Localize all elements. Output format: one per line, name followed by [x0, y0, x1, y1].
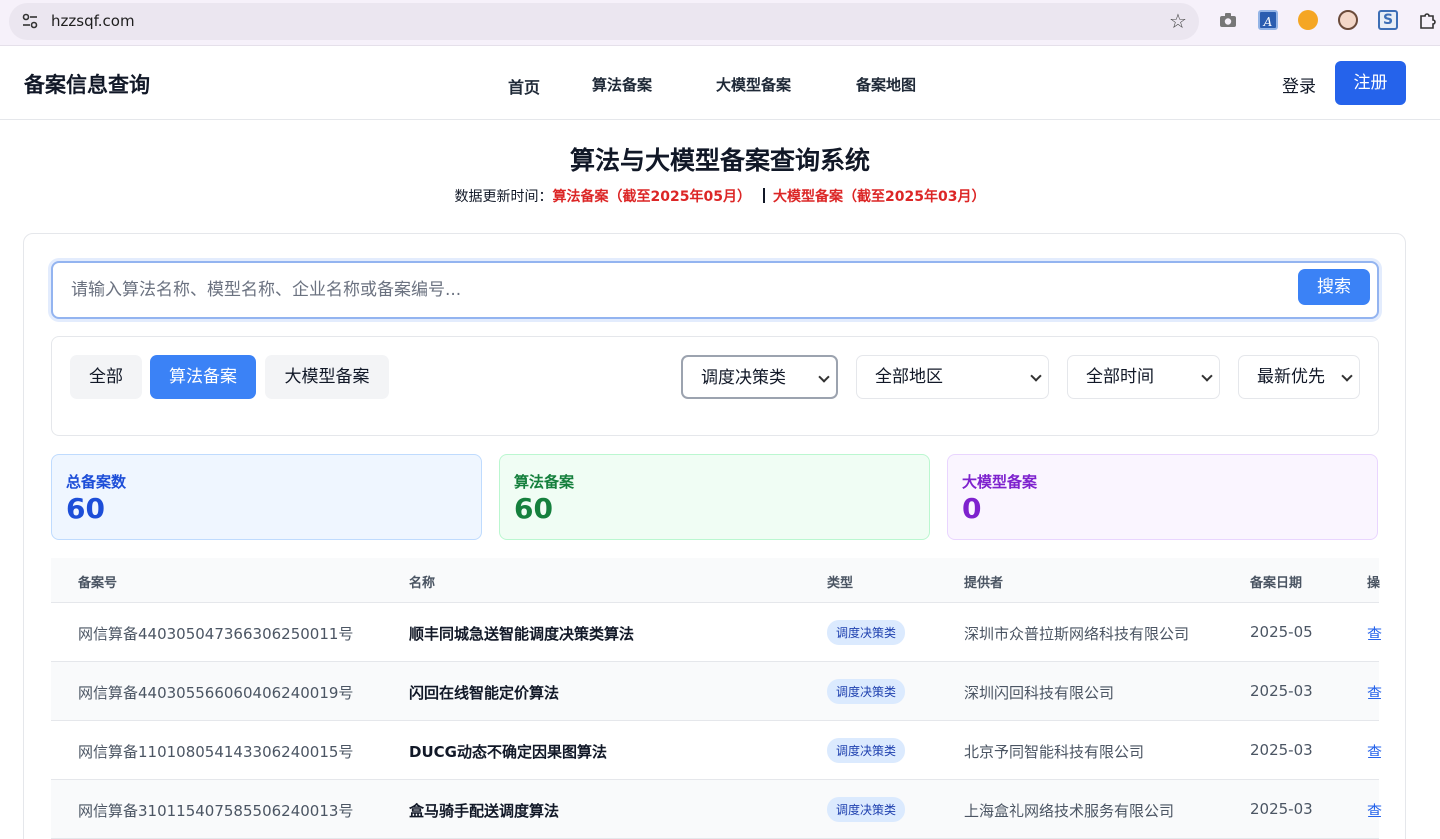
nav-filing-map[interactable]: 备案地图 [856, 74, 916, 95]
stat-algorithm-card: 算法备案 60 [499, 454, 930, 540]
provider: 深圳闪回科技有限公司 [964, 684, 1115, 702]
stat-total-label: 总备案数 [66, 473, 127, 491]
stat-algorithm-label: 算法备案 [514, 473, 575, 491]
header-action: 操 [1367, 576, 1381, 591]
provider: 深圳市众普拉斯网络科技有限公司 [964, 625, 1190, 643]
type-select-value: 调度决策类 [701, 368, 786, 388]
chevron-down-icon [818, 371, 830, 383]
data-update-line: 数据更新时间：算法备案（截至2025年05月） 大模型备案（截至2025年03月） [0, 186, 1440, 206]
view-link[interactable]: 查 [1367, 623, 1382, 644]
register-button[interactable]: 注册 [1335, 61, 1406, 105]
header-filing-no: 备案号 [78, 576, 118, 591]
time-select[interactable]: 全部时间 [1067, 355, 1220, 399]
time-select-value: 全部时间 [1086, 367, 1154, 387]
update-prefix: 数据更新时间： [454, 189, 553, 205]
nav-llm-filing[interactable]: 大模型备案 [716, 74, 791, 95]
search-input[interactable] [71, 277, 1271, 303]
translate-extension-label: A [1263, 15, 1273, 29]
header-type: 类型 [827, 576, 854, 591]
table-row[interactable]: 网信算备440305566060406240019号 闪回在线智能定价算法 调度… [51, 662, 1382, 721]
llm-update-time: 大模型备案（截至2025年03月） [773, 189, 986, 205]
page-title: 算法与大模型备案查询系统 [569, 146, 870, 175]
provider: 北京予同智能科技有限公司 [964, 743, 1145, 761]
filing-date: 2025-03 [1250, 741, 1313, 759]
chevron-down-icon [1030, 370, 1042, 382]
header-name: 名称 [409, 576, 436, 591]
clock-extension-icon[interactable] [1298, 10, 1318, 30]
algo-update-time: 算法备案（截至2025年05月） [552, 189, 751, 205]
nav-home[interactable]: 首页 [508, 74, 540, 98]
type-badge: 调度决策类 [827, 620, 906, 645]
view-link[interactable]: 查 [1367, 741, 1382, 762]
site-brand[interactable]: 备案信息查询 [24, 69, 150, 99]
stat-total-value: 60 [66, 492, 105, 525]
type-badge: 调度决策类 [827, 797, 906, 822]
sort-select[interactable]: 最新优先 [1238, 355, 1360, 399]
filing-name: 盒马骑手配送调度算法 [409, 802, 560, 820]
stat-algorithm-value: 60 [514, 492, 553, 525]
provider: 上海盒礼网络技术服务有限公司 [964, 802, 1175, 820]
filing-number: 网信算备310115407585506240013号 [78, 802, 354, 820]
table-row[interactable]: 网信算备110108054143306240015号 DUCG动态不确定因果图算… [51, 721, 1382, 780]
table-row[interactable]: 网信算备440305047366306250011号 顺丰同城急送智能调度决策类… [51, 603, 1382, 662]
type-badge: 调度决策类 [827, 738, 906, 763]
filter-chip-algorithm[interactable]: 算法备案 [150, 355, 256, 399]
nav-algorithm-filing[interactable]: 算法备案 [592, 74, 652, 95]
browser-toolbar: hzzsqf.com ☆ A S [0, 0, 1440, 46]
filter-chip-all[interactable]: 全部 [70, 355, 142, 399]
filing-date: 2025-03 [1250, 682, 1313, 700]
search-box: 搜索 [51, 261, 1379, 319]
filing-number: 网信算备110108054143306240015号 [78, 743, 354, 761]
stat-llm-card: 大模型备案 0 [947, 454, 1378, 540]
filing-date: 2025-05 [1250, 623, 1313, 641]
search-button[interactable]: 搜索 [1298, 269, 1370, 305]
translate-extension-icon[interactable]: A [1258, 10, 1278, 30]
url-text: hzzsqf.com [51, 12, 135, 30]
stat-llm-value: 0 [962, 492, 982, 525]
filter-panel: 全部 算法备案 大模型备案 调度决策类 全部地区 全部时间 最新优先 [51, 336, 1379, 436]
view-link[interactable]: 查 [1367, 800, 1382, 821]
table-row[interactable]: 网信算备310115407585506240013号 盒马骑手配送调度算法 调度… [51, 780, 1382, 839]
update-divider [763, 188, 765, 203]
sort-select-value: 最新优先 [1257, 367, 1325, 387]
bookmark-star-icon[interactable]: ☆ [1169, 9, 1187, 33]
login-link[interactable]: 登录 [1282, 72, 1316, 97]
site-header: 备案信息查询 首页 算法备案 大模型备案 备案地图 登录 注册 [0, 47, 1440, 120]
table-header: 备案号 名称 类型 提供者 备案日期 操 [51, 558, 1381, 603]
header-provider: 提供者 [964, 576, 1004, 591]
region-select-value: 全部地区 [875, 367, 943, 387]
filing-name: DUCG动态不确定因果图算法 [409, 743, 607, 761]
filing-date: 2025-03 [1250, 800, 1313, 818]
filter-chip-llm[interactable]: 大模型备案 [265, 355, 389, 399]
header-date: 备案日期 [1250, 576, 1303, 591]
filing-table: 备案号 名称 类型 提供者 备案日期 操 网信算备440305047366306… [51, 558, 1382, 839]
stat-total-card: 总备案数 60 [51, 454, 482, 540]
s-extension-label: S [1382, 12, 1394, 28]
site-settings-icon[interactable] [21, 12, 39, 30]
extensions-puzzle-icon[interactable] [1418, 10, 1438, 30]
filing-number: 网信算备440305047366306250011号 [78, 625, 354, 643]
chevron-down-icon [1341, 370, 1353, 382]
type-badge: 调度决策类 [827, 679, 906, 704]
camera-icon[interactable] [1218, 10, 1238, 30]
type-select[interactable]: 调度决策类 [681, 355, 838, 399]
filing-name: 闪回在线智能定价算法 [409, 684, 560, 702]
view-link[interactable]: 查 [1367, 682, 1382, 703]
address-bar[interactable]: hzzsqf.com ☆ [9, 3, 1199, 40]
filing-number: 网信算备440305566060406240019号 [78, 684, 354, 702]
search-panel: 搜索 全部 算法备案 大模型备案 调度决策类 全部地区 全部时间 最新优先 总备… [23, 233, 1406, 839]
filing-name: 顺丰同城急送智能调度决策类算法 [409, 625, 635, 643]
stat-llm-label: 大模型备案 [962, 473, 1038, 491]
chevron-down-icon [1201, 370, 1213, 382]
region-select[interactable]: 全部地区 [856, 355, 1049, 399]
avatar-extension-icon[interactable] [1338, 10, 1358, 30]
s-extension-icon[interactable]: S [1378, 10, 1398, 30]
